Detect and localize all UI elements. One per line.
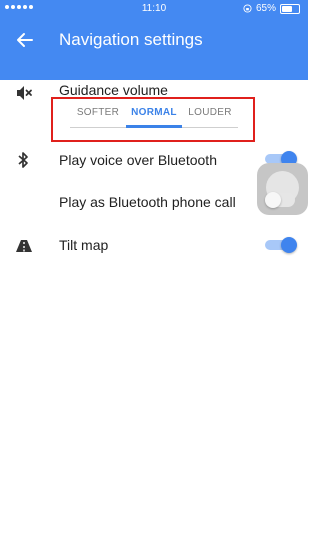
assistive-touch-button[interactable] [257, 163, 308, 215]
toggle-knob [265, 192, 281, 208]
tilt-map-label: Tilt map [59, 237, 109, 253]
guidance-volume-label: Guidance volume [59, 82, 168, 98]
tilt-map-toggle[interactable] [265, 237, 297, 253]
bluetooth-call-toggle[interactable] [265, 192, 295, 208]
page-title: Navigation settings [59, 30, 203, 49]
annotation-highlight-box [51, 97, 255, 142]
bluetooth-icon [18, 152, 28, 168]
volume-off-icon [17, 86, 32, 100]
road-icon [16, 240, 32, 252]
bluetooth-voice-label: Play voice over Bluetooth [59, 152, 217, 168]
battery-fill [282, 5, 292, 12]
arrow-back-icon [17, 33, 33, 47]
status-right: 65% [243, 3, 300, 14]
bluetooth-call-label: Play as Bluetooth phone call [59, 194, 236, 210]
toggle-knob [281, 237, 297, 253]
status-bar: 11:10 65% [0, 0, 308, 18]
battery-icon [280, 3, 300, 14]
orientation-lock-icon [243, 4, 252, 13]
battery-percent: 65% [255, 3, 276, 14]
back-button[interactable] [11, 28, 37, 52]
app-bar: 11:10 65% Navigation settings [0, 0, 308, 80]
